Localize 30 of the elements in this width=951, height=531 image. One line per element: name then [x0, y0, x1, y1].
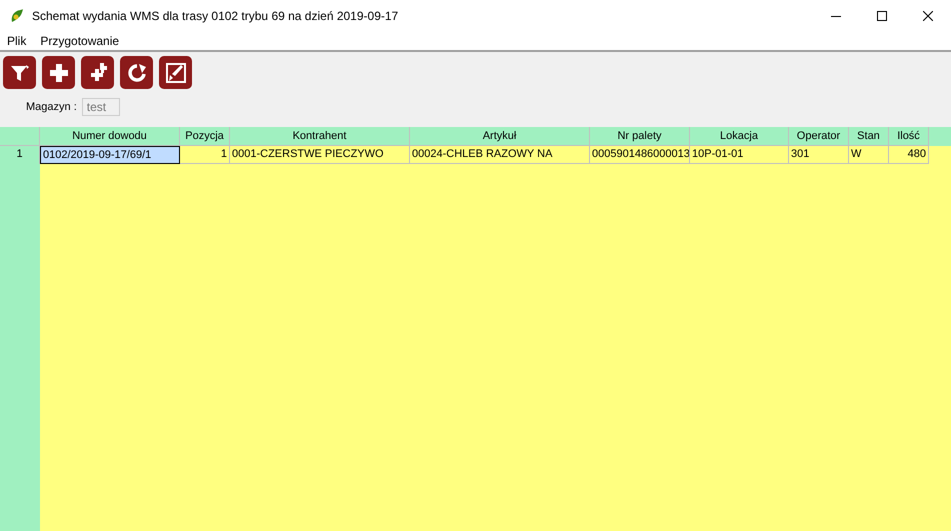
filter-button[interactable]: [3, 56, 36, 89]
menu-item[interactable]: Plik: [7, 34, 26, 48]
close-icon: [923, 11, 933, 21]
brush-icon: [164, 60, 188, 84]
window-title: Schemat wydania WMS dla trasy 0102 trybu 69 na dzień 2019-09-17: [32, 9, 398, 23]
app-icon: [10, 8, 24, 24]
refresh-button[interactable]: [120, 56, 153, 89]
maximize-icon: [877, 11, 887, 21]
table-cell: 480: [889, 146, 929, 164]
table-cell: 00024-CHLEB RAZOWY NA: [410, 146, 590, 164]
column-header[interactable]: Artykuł: [410, 127, 590, 146]
column-header[interactable]: Ilość: [889, 127, 929, 146]
table-cell: 0001-CZERSTWE PIECZYWO: [230, 146, 410, 164]
column-header[interactable]: Operator: [789, 127, 849, 146]
row-header[interactable]: 1: [0, 146, 40, 164]
table-cell: 0102/2019-09-17/69/1: [40, 146, 180, 164]
column-header[interactable]: Pozycja: [180, 127, 230, 146]
field-label: Magazyn :: [26, 101, 77, 113]
table-cell: 301: [789, 146, 849, 164]
menu-item[interactable]: Przygotowanie: [40, 34, 120, 48]
table-cell: 10P-01-01: [690, 146, 789, 164]
add-button[interactable]: [42, 56, 75, 89]
column-header[interactable]: Nr palety: [590, 127, 690, 146]
table-cell: 1: [180, 146, 230, 164]
column-header[interactable]: Stan: [849, 127, 889, 146]
table-cell: W: [849, 146, 889, 164]
edit-button[interactable]: [159, 56, 192, 89]
add-multiple-button[interactable]: [81, 56, 114, 89]
column-header[interactable]: Lokacja: [690, 127, 789, 146]
column-header[interactable]: Kontrahent: [230, 127, 410, 146]
